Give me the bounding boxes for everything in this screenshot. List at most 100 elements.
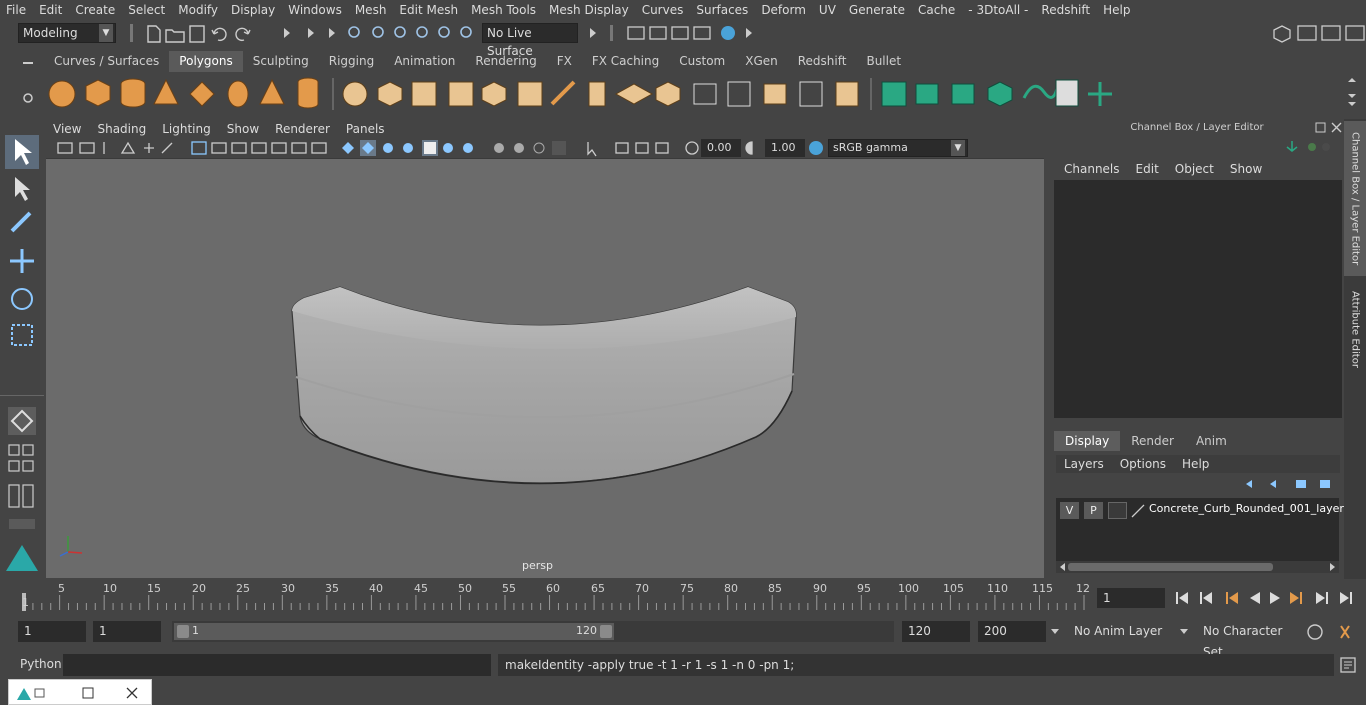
- side-tab-attribute-editor[interactable]: Attribute Editor: [1344, 284, 1366, 374]
- layer-menu-options[interactable]: Options: [1112, 455, 1174, 473]
- shelf-scroll[interactable]: [1344, 74, 1360, 110]
- menu-deform[interactable]: Deform: [755, 0, 813, 20]
- layer-tab-render[interactable]: Render: [1120, 431, 1185, 451]
- menu-3dtoall[interactable]: - 3DtoAll -: [962, 0, 1035, 20]
- extract-face-icon: [835, 81, 859, 107]
- viewport-menu-shading[interactable]: Shading: [89, 119, 154, 139]
- layer-menu-help[interactable]: Help: [1174, 455, 1217, 473]
- separator-icon: [130, 24, 133, 42]
- panel-window-controls[interactable]: [1314, 121, 1344, 135]
- menu-redshift[interactable]: Redshift: [1035, 0, 1097, 20]
- layer-tab-display[interactable]: Display: [1054, 431, 1121, 451]
- gamma-field[interactable]: 1.00: [765, 139, 805, 157]
- channel-box-menu-edit[interactable]: Edit: [1128, 162, 1167, 176]
- shelf-tab-curves-surfaces[interactable]: Curves / Surfaces: [44, 51, 169, 72]
- channel-box-area[interactable]: [1054, 180, 1342, 418]
- menu-mesh-display[interactable]: Mesh Display: [543, 0, 636, 20]
- layer-color-icon[interactable]: [1130, 503, 1146, 519]
- menu-cache[interactable]: Cache: [912, 0, 962, 20]
- shelf-tab-rigging[interactable]: Rigging: [319, 51, 384, 72]
- side-tab-channel-box[interactable]: Channel Box / Layer Editor: [1344, 121, 1366, 276]
- planar-map-icon: [915, 83, 939, 105]
- mode-dropdown[interactable]: Modeling ▼: [18, 23, 116, 43]
- range-slider-bar[interactable]: [174, 623, 614, 640]
- menu-generate[interactable]: Generate: [843, 0, 912, 20]
- menu-mesh[interactable]: Mesh: [349, 0, 394, 20]
- shelf-tab-animation[interactable]: Animation: [384, 51, 465, 72]
- end-time-field[interactable]: 200: [978, 621, 1046, 642]
- menu-modify[interactable]: Modify: [172, 0, 225, 20]
- tick-label: 65: [591, 582, 605, 595]
- menu-create[interactable]: Create: [69, 0, 122, 20]
- tick-label: 85: [768, 582, 782, 595]
- shelf-tab-polygons[interactable]: Polygons: [169, 51, 243, 72]
- range-start-handle[interactable]: [177, 625, 189, 638]
- shelf-tab-fx-caching[interactable]: FX Caching: [582, 51, 669, 72]
- shelf-tab-bullet[interactable]: Bullet: [856, 51, 911, 72]
- shelf-tab-sculpting[interactable]: Sculpting: [243, 51, 319, 72]
- range-end-handle[interactable]: [600, 625, 612, 638]
- menu-curves[interactable]: Curves: [636, 0, 691, 20]
- range-slider[interactable]: 1 120: [172, 621, 894, 642]
- shelf-tab-redshift[interactable]: Redshift: [788, 51, 857, 72]
- shelf-tab-custom[interactable]: Custom: [669, 51, 735, 72]
- layer-name[interactable]: Concrete_Curb_Rounded_001_layer: [1149, 502, 1344, 515]
- range-tool-icons[interactable]: [1305, 622, 1363, 642]
- layer-scrollbar[interactable]: [1056, 561, 1339, 573]
- layer-tab-anim[interactable]: Anim: [1185, 431, 1238, 451]
- layer-tool-icons[interactable]: [1240, 476, 1340, 492]
- channel-box-menu-channels[interactable]: Channels: [1056, 162, 1128, 176]
- viewport-menu-lighting[interactable]: Lighting: [154, 119, 219, 139]
- command-language-label[interactable]: Python: [20, 657, 62, 671]
- menu-edit[interactable]: Edit: [33, 0, 69, 20]
- chevron-down-icon[interactable]: [1178, 626, 1190, 638]
- menu-display[interactable]: Display: [225, 0, 282, 20]
- exposure-field[interactable]: 0.00: [701, 139, 741, 157]
- channel-box-menu-object[interactable]: Object: [1167, 162, 1222, 176]
- playback-end-field[interactable]: 120: [902, 621, 970, 642]
- anim-layer-dropdown[interactable]: No Anim Layer: [1066, 621, 1174, 642]
- layer-row[interactable]: V P Concrete_Curb_Rounded_001_layer: [1058, 500, 1344, 520]
- channel-box-icons[interactable]: [1282, 139, 1332, 155]
- menu-surfaces[interactable]: Surfaces: [690, 0, 755, 20]
- shelf-tab-xgen[interactable]: XGen: [735, 51, 788, 72]
- character-set-dropdown[interactable]: No Character Set: [1196, 621, 1300, 659]
- command-input[interactable]: [63, 654, 491, 676]
- poly-torus-icon: [227, 80, 249, 108]
- perspective-viewport[interactable]: persp: [46, 158, 1044, 578]
- playback-start-field[interactable]: 1: [93, 621, 161, 642]
- menu-uv[interactable]: UV: [813, 0, 843, 20]
- layer-menu-layers[interactable]: Layers: [1056, 455, 1112, 473]
- playback-controls[interactable]: [1172, 588, 1366, 608]
- layer-visibility-toggle[interactable]: V: [1060, 502, 1079, 519]
- move-layer-down-icon: [1270, 480, 1276, 488]
- chevron-down-icon[interactable]: [1049, 626, 1061, 638]
- viewport-menu-panels[interactable]: Panels: [338, 119, 393, 139]
- live-surface-field[interactable]: No Live Surface: [482, 23, 578, 58]
- color-space-dropdown[interactable]: sRGB gamma ▼: [828, 139, 968, 157]
- start-time-field[interactable]: 1: [18, 621, 86, 642]
- menu-edit-mesh[interactable]: Edit Mesh: [393, 0, 465, 20]
- menu-mesh-tools[interactable]: Mesh Tools: [465, 0, 543, 20]
- channel-box-menu-show[interactable]: Show: [1222, 162, 1270, 176]
- layer-playback-toggle[interactable]: P: [1084, 502, 1103, 519]
- poly-cylinder-icon: [120, 78, 146, 108]
- menu-file[interactable]: File: [0, 0, 33, 20]
- tick-label: 95: [857, 582, 871, 595]
- toolbox: [0, 125, 44, 580]
- render-frame-icon: [627, 26, 645, 40]
- shelf-tab-fx[interactable]: FX: [547, 51, 582, 72]
- viewport-menu-view[interactable]: View: [46, 119, 89, 139]
- viewport-menu-show[interactable]: Show: [219, 119, 267, 139]
- script-editor-icon[interactable]: [1339, 656, 1357, 674]
- tick-label: 80: [724, 582, 738, 595]
- menu-windows[interactable]: Windows: [282, 0, 349, 20]
- layer-display-type-toggle[interactable]: [1108, 502, 1127, 519]
- viewport-menu-renderer[interactable]: Renderer: [267, 119, 338, 139]
- step-forward-icon: [1316, 592, 1328, 604]
- shelf-polygons-icons[interactable]: [44, 74, 1344, 114]
- menu-select[interactable]: Select: [122, 0, 172, 20]
- shelf-tab-rendering[interactable]: Rendering: [465, 51, 546, 72]
- current-frame-field[interactable]: 1: [1097, 588, 1165, 608]
- menu-help[interactable]: Help: [1097, 0, 1137, 20]
